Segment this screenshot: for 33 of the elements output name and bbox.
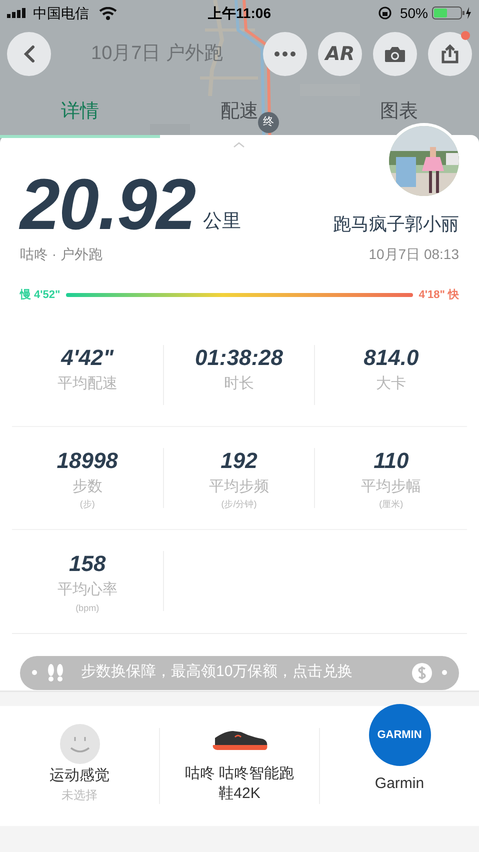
stat-unit: (bpm) (76, 602, 100, 615)
stat-label: 平均步幅 (361, 476, 422, 496)
garmin-logo: GARMIN (368, 704, 430, 766)
stat-label: 大卡 (376, 374, 406, 394)
stat-unit: (步/分钟) (221, 498, 257, 511)
stat-value: 192 (220, 448, 258, 474)
footprints-icon (47, 662, 65, 682)
distance-value: 20.92 (20, 170, 196, 240)
stat-value: 4'42" (61, 344, 114, 370)
stat-value: 18998 (56, 448, 118, 474)
stat-unit: (步) (80, 498, 95, 511)
tile-title[interactable]: Garmin (340, 774, 458, 794)
sneaker-icon[interactable] (210, 729, 268, 753)
fast-pace-label: 4'18" 快 (418, 288, 459, 303)
stat-label: 步数 (72, 476, 102, 496)
user-name: 跑马疯子郭小丽 (333, 213, 459, 236)
distance-unit: 公里 (203, 210, 242, 234)
stat-value: 110 (374, 448, 409, 474)
tile-title[interactable]: 运动感觉 (20, 766, 138, 786)
coin-icon (412, 662, 432, 682)
activity-date: 10月7日 08:13 (368, 245, 459, 264)
stat-value: 01:38:28 (194, 344, 284, 370)
tile-subtitle: 未选择 (62, 787, 98, 804)
stat-label: 平均步频 (208, 476, 269, 496)
stat-label: 平均心率 (57, 580, 118, 600)
stat-label: 平均配速 (57, 374, 118, 394)
stat-value: 814.0 (364, 344, 419, 370)
slow-pace-label: 慢 4'52" (20, 288, 60, 303)
stat-unit: (厘米) (379, 498, 404, 511)
tile-title[interactable]: 咕咚 咕咚智能跑鞋42K (180, 764, 298, 804)
stat-value: 158 (68, 551, 106, 577)
stat-label: 时长 (224, 374, 254, 394)
activity-source: 咕咚 · 户外跑 (20, 245, 104, 264)
